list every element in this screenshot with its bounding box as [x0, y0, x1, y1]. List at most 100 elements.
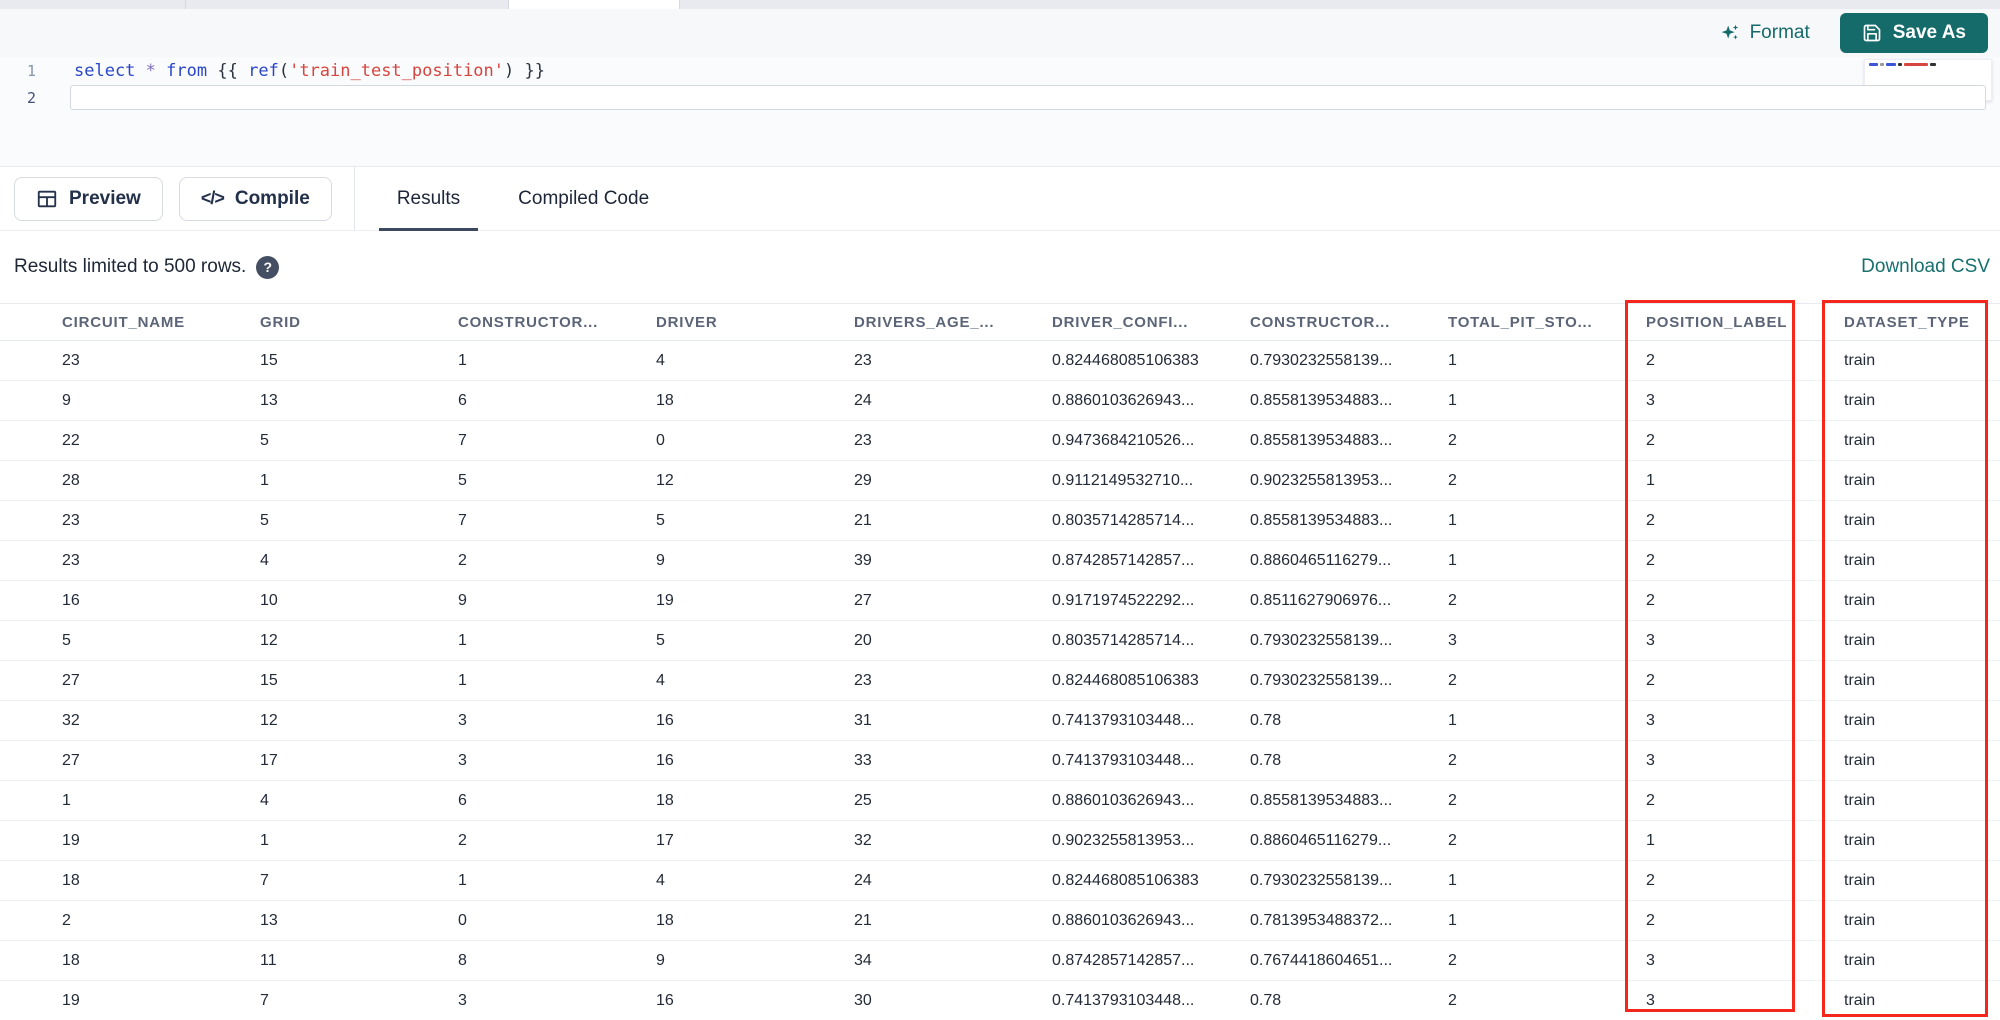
- table-row: 23 4 2 9 39 0.8742857142857... 0.8860465116279…: [0, 541, 2000, 581]
- compile-label: Compile: [234, 187, 310, 209]
- code-line-1[interactable]: 1 select * from {{ ref('train_test_posit…: [0, 57, 2000, 84]
- table-cell: 0.7674418604651...: [1250, 951, 1393, 969]
- table-cell: 1: [1448, 551, 1457, 569]
- table-cell: 3: [1646, 991, 1655, 1009]
- table-cell: 1: [1448, 511, 1457, 529]
- active-line-box[interactable]: [70, 85, 1986, 110]
- table-cell: 2: [1448, 751, 1457, 769]
- table-cell: train: [1844, 991, 1876, 1009]
- compile-button[interactable]: </> Compile: [178, 176, 332, 221]
- table-row: 23 5 7 5 21 0.8035714285714... 0.8558139534883…: [0, 501, 2000, 541]
- column-header: POSITION_LABEL: [1646, 313, 1788, 331]
- table-cell: 23: [854, 351, 872, 369]
- table-cell: 3: [458, 991, 467, 1009]
- table-cell: train: [1844, 671, 1876, 689]
- table-cell: 0.78: [1250, 991, 1282, 1009]
- table-cell: 4: [656, 671, 665, 689]
- sql-editor-pane[interactable]: Format Save As 1 select * from {{ ref('t…: [0, 9, 2000, 166]
- table-cell: 1: [1448, 711, 1457, 729]
- table-cell: 1: [1646, 471, 1655, 489]
- table-cell: 21: [854, 911, 872, 929]
- table-cell: 17: [260, 751, 278, 769]
- table-cell: 29: [854, 471, 872, 489]
- table-cell: train: [1844, 871, 1876, 889]
- table-row: 27 15 1 4 23 0.824468085106383 0.7930232558139…: [0, 661, 2000, 701]
- table-cell: 0: [458, 911, 467, 929]
- table-cell: 1: [1448, 911, 1457, 929]
- table-cell: 23: [62, 351, 80, 369]
- table-cell: 34: [854, 951, 872, 969]
- table-cell: 0.7413793103448...: [1052, 711, 1195, 729]
- table-cell: train: [1844, 391, 1876, 409]
- table-cell: 19: [656, 591, 674, 609]
- table-cell: 32: [62, 711, 80, 729]
- tab-compiled-code[interactable]: Compiled Code: [518, 167, 649, 230]
- column-header: TOTAL_PIT_STO...: [1448, 313, 1593, 331]
- table-cell: 0.9473684210526...: [1052, 431, 1195, 449]
- save-as-button[interactable]: Save As: [1839, 13, 1988, 53]
- results-tabbar: Results Compiled Code: [378, 167, 649, 231]
- toolbar-divider: [353, 167, 355, 230]
- editor-toolbar: Format Save As: [0, 9, 2000, 57]
- table-cell: 0.8860465116279...: [1250, 551, 1392, 569]
- table-cell: 18: [656, 391, 674, 409]
- download-csv-link[interactable]: Download CSV: [1861, 256, 1990, 278]
- save-icon: [1863, 24, 1881, 42]
- table-cell: 0.824468085106383: [1052, 671, 1199, 689]
- table-cell: 18: [656, 791, 674, 809]
- code-area[interactable]: 1 select * from {{ ref('train_test_posit…: [0, 57, 2000, 111]
- table-cell: 0.7813953488372...: [1250, 911, 1393, 929]
- table-cell: 7: [458, 431, 467, 449]
- table-cell: 2: [1646, 591, 1655, 609]
- table-row: 16 10 9 19 27 0.9171974522292... 0.85116279069…: [0, 581, 2000, 621]
- table-cell: 0.8558139534883...: [1250, 511, 1393, 529]
- table-cell: 1: [1448, 871, 1457, 889]
- table-cell: 1: [458, 871, 467, 889]
- table-cell: 0.8860103626943...: [1052, 911, 1195, 929]
- table-cell: 0.9171974522292...: [1052, 591, 1195, 609]
- editor-tab-strip[interactable]: [0, 0, 2000, 9]
- table-cell: 0.8558139534883...: [1250, 391, 1393, 409]
- table-cell: train: [1844, 351, 1876, 369]
- table-cell: 6: [458, 791, 467, 809]
- table-cell: 0.9023255813953...: [1250, 471, 1393, 489]
- table-cell: 3: [458, 711, 467, 729]
- results-pane: Preview </> Compile Results Compiled Cod…: [0, 166, 2000, 1020]
- code-icon: </>: [200, 188, 225, 208]
- line-number-2: 2: [26, 88, 36, 107]
- table-cell: 4: [656, 351, 665, 369]
- table-cell: 3: [1646, 631, 1655, 649]
- table-cell: 2: [1646, 671, 1655, 689]
- format-button[interactable]: Format: [1719, 22, 1810, 44]
- sql-code-line[interactable]: select * from {{ ref('train_test_positio…: [74, 61, 545, 81]
- table-cell: 0.78: [1250, 711, 1282, 729]
- save-as-label: Save As: [1892, 22, 1966, 43]
- format-label: Format: [1749, 22, 1810, 43]
- tab-results[interactable]: Results: [378, 167, 479, 231]
- code-line-2[interactable]: 2: [0, 84, 2000, 111]
- table-cell: 2: [1448, 591, 1457, 609]
- table-cell: 0.78: [1250, 751, 1282, 769]
- table-cell: 33: [854, 751, 872, 769]
- tab-divider: [185, 0, 186, 9]
- table-cell: 0.8558139534883...: [1250, 791, 1393, 809]
- table-cell: 1: [458, 351, 467, 369]
- table-cell: 5: [656, 511, 665, 529]
- table-cell: 20: [854, 631, 872, 649]
- table-row: 23 15 1 4 23 0.824468085106383 0.7930232558139…: [0, 341, 2000, 381]
- help-icon[interactable]: ?: [256, 255, 280, 279]
- table-row: 22 5 7 0 23 0.9473684210526... 0.8558139534883…: [0, 421, 2000, 461]
- column-header: GRID: [260, 313, 301, 331]
- table-cell: 10: [260, 591, 278, 609]
- preview-button[interactable]: Preview: [14, 176, 163, 221]
- preview-label: Preview: [69, 187, 141, 209]
- table-header-row: CIRCUIT_NAME GRID CONSTRUCTOR... DRIVER DRIV…: [0, 303, 2000, 341]
- table-cell: 0.7413793103448...: [1052, 751, 1195, 769]
- table-cell: 0.7930232558139...: [1250, 671, 1393, 689]
- results-table[interactable]: CIRCUIT_NAME GRID CONSTRUCTOR... DRIVER DRIV…: [0, 303, 2000, 1020]
- table-cell: 31: [854, 711, 872, 729]
- table-cell: 23: [854, 431, 872, 449]
- table-cell: 2: [1448, 471, 1457, 489]
- table-cell: train: [1844, 831, 1876, 849]
- table-cell: 1: [458, 671, 467, 689]
